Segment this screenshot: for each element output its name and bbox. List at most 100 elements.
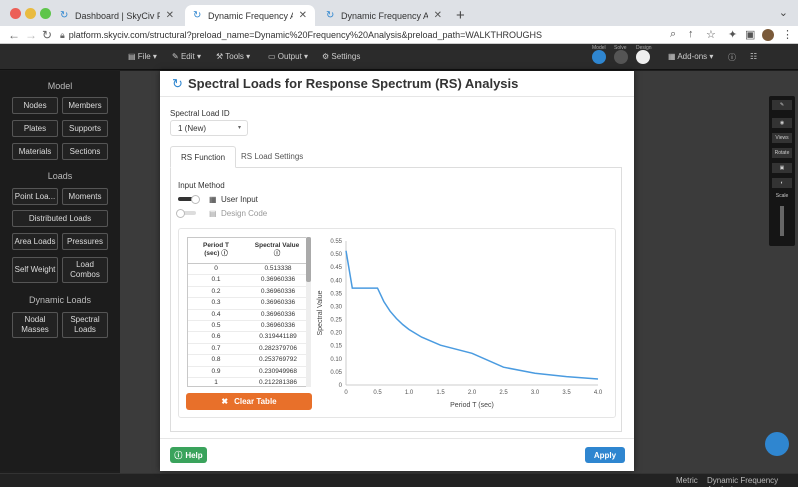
url-field[interactable]: 🔒︎ platform.skyciv.com/structural?preload… <box>60 27 660 43</box>
render-icon[interactable]: ◐ <box>772 178 792 188</box>
back-arrow-icon[interactable]: ← <box>8 28 20 42</box>
spectral-load-id-select[interactable]: 1 (New) ▾ <box>170 120 248 136</box>
table-row[interactable]: 0.1 0.36960336 <box>188 275 308 287</box>
output-menu[interactable]: ▭ Output ▾ <box>268 52 308 61</box>
period-cell[interactable]: 0.8 <box>196 356 236 363</box>
spectral-value-cell[interactable]: 0.282379706 <box>250 345 306 352</box>
close-tab-icon[interactable]: ✕ <box>166 10 174 21</box>
profile-avatar[interactable] <box>762 29 774 41</box>
spectral-value-cell[interactable]: 0.513338 <box>250 265 306 272</box>
tools-menu[interactable]: ⚒ Tools ▾ <box>216 52 250 61</box>
window-zoom-dot[interactable] <box>40 8 51 19</box>
table-row[interactable]: 0 0.513338 <box>188 264 308 276</box>
views-button[interactable]: Views <box>772 133 792 143</box>
table-row[interactable]: 0.9 0.230949968 <box>188 367 308 378</box>
period-cell[interactable]: 1 <box>196 379 236 386</box>
file-menu[interactable]: ▤ File ▾ <box>128 52 157 61</box>
browser-tab-dynamic-1[interactable]: ↻ Dynamic Frequency Analysis | ✕ <box>185 5 315 26</box>
pencil-icon[interactable]: ✎ <box>772 100 792 110</box>
help-circle-icon[interactable]: ⓘ <box>728 52 736 63</box>
nodal-masses-button[interactable]: Nodal Masses <box>12 312 58 338</box>
table-row[interactable]: 0.8 0.253769792 <box>188 355 308 367</box>
table-scrollbar[interactable] <box>306 237 311 387</box>
extensions-puzzle-icon[interactable]: ✦ <box>728 28 737 41</box>
browser-tab-dynamic-2[interactable]: ↻ Dynamic Frequency Analysis | ✕ <box>318 5 450 26</box>
table-row[interactable]: 0.5 0.36960336 <box>188 321 308 333</box>
spectral-value-header: Spectral Value ⓘ <box>254 242 300 257</box>
spectral-value-cell[interactable]: 0.36960336 <box>250 288 306 295</box>
period-cell[interactable]: 0.7 <box>196 345 236 352</box>
spectral-value-cell[interactable]: 0.36960336 <box>250 311 306 318</box>
help-button[interactable]: ⓘ Help <box>170 447 207 463</box>
addons-menu[interactable]: ▦ Add-ons ▾ <box>668 52 713 61</box>
plates-button[interactable]: Plates <box>12 120 58 137</box>
period-cell[interactable]: 0.3 <box>196 299 236 306</box>
table-row[interactable]: 1 0.212281386 <box>188 378 308 386</box>
spectral-value-cell[interactable]: 0.253769792 <box>250 356 306 363</box>
tab-rs-load-settings[interactable]: RS Load Settings <box>231 146 313 168</box>
spectral-value-cell[interactable]: 0.36960336 <box>250 322 306 329</box>
browser-menu-icon[interactable]: ⋮ <box>782 28 793 41</box>
side-panel-icon[interactable]: ▣ <box>745 28 755 41</box>
scale-slider[interactable] <box>780 206 784 236</box>
period-cell[interactable]: 0 <box>196 265 236 272</box>
solve-mode-button[interactable] <box>614 50 628 64</box>
zoom-icon[interactable]: ⌕ <box>670 28 676 41</box>
spectral-data-table[interactable]: Period T (sec) ⓘ Spectral Value ⓘ 0 0.513… <box>187 237 309 387</box>
eye-icon[interactable]: ◉ <box>772 118 792 128</box>
period-cell[interactable]: 0.4 <box>196 311 236 318</box>
spectral-value-cell[interactable]: 0.36960336 <box>250 276 306 283</box>
tab-search-chevron-icon[interactable]: ⌄ <box>779 6 788 19</box>
close-tab-icon[interactable]: ✕ <box>299 10 307 21</box>
load-combos-button[interactable]: Load Combos <box>62 257 108 283</box>
window-close-dot[interactable] <box>10 8 21 19</box>
spectral-value-cell[interactable]: 0.230949968 <box>250 368 306 375</box>
table-row[interactable]: 0.6 0.319441189 <box>188 332 308 344</box>
units-label[interactable]: Metric <box>676 476 698 485</box>
apps-grid-icon[interactable]: ☷ <box>750 52 757 61</box>
camera-icon[interactable]: ▣ <box>772 163 792 173</box>
settings-menu[interactable]: ⚙ Settings <box>322 52 360 61</box>
forward-arrow-icon[interactable]: → <box>25 28 37 42</box>
table-row[interactable]: 0.2 0.36960336 <box>188 287 308 299</box>
table-row[interactable]: 0.7 0.282379706 <box>188 344 308 356</box>
table-row[interactable]: 0.4 0.36960336 <box>188 310 308 321</box>
nodes-button[interactable]: Nodes <box>12 97 58 114</box>
clear-table-button[interactable]: ✖ Clear Table <box>186 393 312 410</box>
materials-button[interactable]: Materials <box>12 143 58 160</box>
spectral-loads-button[interactable]: Spectral Loads <box>62 312 108 338</box>
period-cell[interactable]: 0.6 <box>196 333 236 340</box>
browser-tab-dashboard[interactable]: ↻ Dashboard | SkyCiv Platform ✕ <box>52 5 182 26</box>
table-row[interactable]: 0.3 0.36960336 <box>188 298 308 310</box>
design-mode-button[interactable] <box>636 50 650 64</box>
spectral-value-cell[interactable]: 0.212281386 <box>250 379 306 386</box>
bookmark-star-icon[interactable]: ☆ <box>706 28 716 41</box>
spectral-value-cell[interactable]: 0.36960336 <box>250 299 306 306</box>
supports-button[interactable]: Supports <box>62 120 108 137</box>
moments-button[interactable]: Moments <box>62 188 108 205</box>
new-tab-icon[interactable]: + <box>456 7 465 24</box>
scrollbar-thumb[interactable] <box>306 237 311 282</box>
members-button[interactable]: Members <box>62 97 108 114</box>
sections-button[interactable]: Sections <box>62 143 108 160</box>
tab-rs-function[interactable]: RS Function <box>170 146 237 168</box>
chat-bubble-icon[interactable] <box>765 432 789 456</box>
self-weight-button[interactable]: Self Weight <box>12 257 58 283</box>
edit-menu[interactable]: ✎ Edit ▾ <box>172 52 201 61</box>
period-cell[interactable]: 0.5 <box>196 322 236 329</box>
rotate-button[interactable]: Rotate <box>772 148 792 158</box>
pressures-button[interactable]: Pressures <box>62 233 108 250</box>
period-cell[interactable]: 0.2 <box>196 288 236 295</box>
share-icon[interactable]: ↑ <box>688 28 694 40</box>
spectral-value-cell[interactable]: 0.319441189 <box>250 333 306 340</box>
period-cell[interactable]: 0.9 <box>196 368 236 375</box>
area-loads-button[interactable]: Area Loads <box>12 233 58 250</box>
window-minimize-dot[interactable] <box>25 8 36 19</box>
period-cell[interactable]: 0.1 <box>196 276 236 283</box>
point-loads-button[interactable]: Point Loa... <box>12 188 58 205</box>
close-tab-icon[interactable]: ✕ <box>434 10 442 21</box>
reload-icon[interactable]: ↻ <box>42 28 52 42</box>
apply-button[interactable]: Apply <box>585 447 625 463</box>
model-mode-button[interactable] <box>592 50 606 64</box>
distributed-loads-button[interactable]: Distributed Loads <box>12 210 108 227</box>
